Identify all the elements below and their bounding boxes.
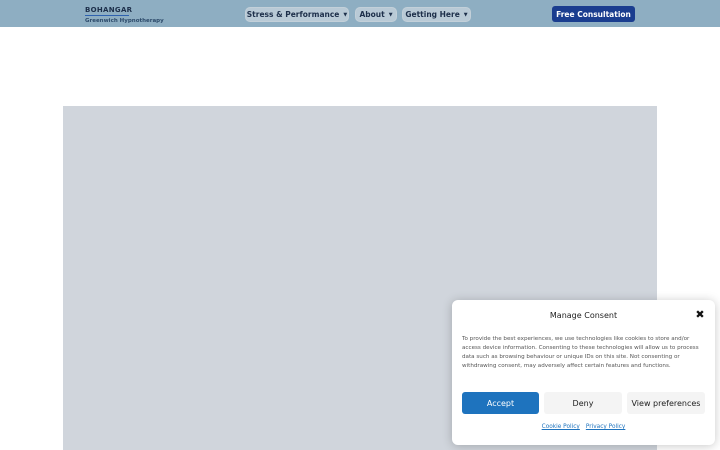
- nav-item-label: Getting Here: [405, 10, 460, 19]
- cookie-consent-dialog: Manage Consent ✖ To provide the best exp…: [452, 300, 715, 445]
- chevron-down-icon: ▼: [463, 11, 468, 18]
- brand-subtitle: Greenwich Hypnotherapy: [85, 18, 164, 24]
- brand-name: BOHANGAR: [85, 6, 133, 14]
- nav-item-label: About: [359, 10, 385, 19]
- site-header: BOHANGAR Greenwich Hypnotherapy Stress &…: [0, 0, 720, 27]
- nav-item-label: Stress & Performance: [246, 10, 340, 19]
- policy-links: Cookie Policy Privacy Policy: [452, 424, 715, 430]
- nav-item-stress-performance[interactable]: Stress & Performance ▼: [245, 7, 349, 22]
- chevron-down-icon: ▼: [388, 11, 393, 18]
- close-icon[interactable]: ✖: [694, 309, 706, 321]
- nav-item-getting-here[interactable]: Getting Here ▼: [402, 7, 471, 22]
- nav-item-about[interactable]: About ▼: [355, 7, 397, 22]
- consent-description: To provide the best experiences, we use …: [462, 336, 699, 369]
- site-logo[interactable]: BOHANGAR Greenwich Hypnotherapy: [85, 6, 164, 24]
- cookie-policy-link[interactable]: Cookie Policy: [542, 424, 580, 430]
- brand-underline: [85, 15, 129, 16]
- consent-title: Manage Consent: [549, 311, 618, 320]
- deny-button[interactable]: Deny: [544, 392, 622, 414]
- view-preferences-button[interactable]: View preferences: [627, 392, 705, 414]
- privacy-policy-link[interactable]: Privacy Policy: [586, 424, 626, 430]
- accept-button[interactable]: Accept: [462, 392, 539, 414]
- free-consultation-button[interactable]: Free Consultation: [552, 6, 635, 22]
- chevron-down-icon: ▼: [343, 11, 348, 18]
